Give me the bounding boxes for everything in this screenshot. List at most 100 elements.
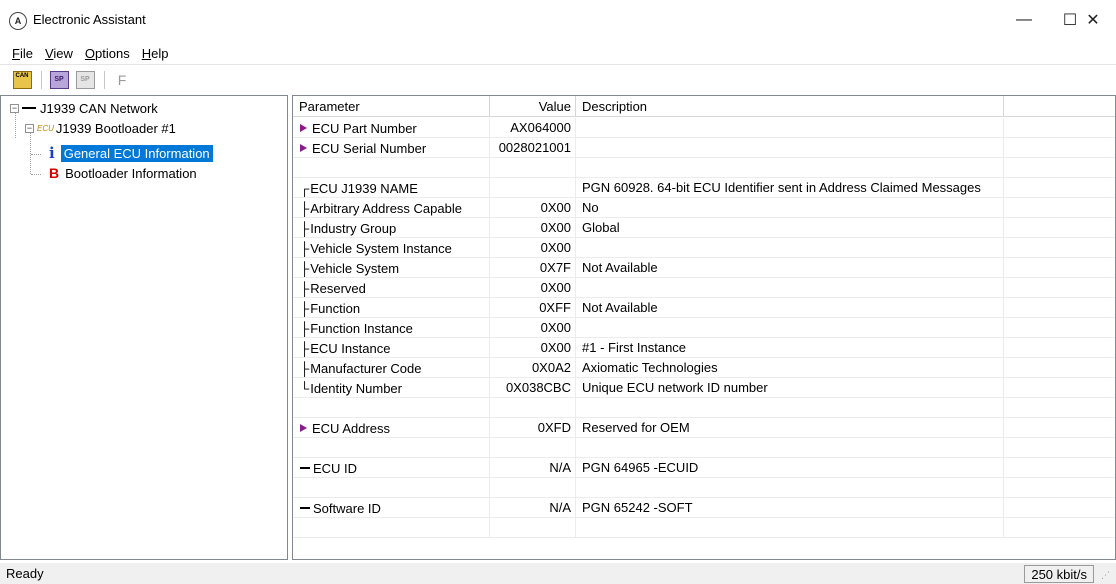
cell-parameter: Software ID (293, 498, 490, 518)
cell-value: 0X038CBC (490, 378, 576, 398)
table-row[interactable]: ├ Function 0XFF Not Available (293, 298, 1115, 318)
table-row[interactable] (293, 478, 1115, 498)
tree-node-network[interactable]: − J1939 CAN Network (10, 98, 158, 118)
tree-branch-icon: ├ (300, 260, 310, 276)
cell-description (576, 478, 1004, 498)
cell-value: AX064000 (490, 118, 576, 138)
cell-description: No (576, 198, 1004, 218)
cell-description: Not Available (576, 258, 1004, 278)
tree-branch-icon: ├ (300, 320, 310, 336)
menu-help[interactable]: Help (136, 46, 175, 61)
minimize-button[interactable]: — (1001, 0, 1047, 40)
table-row[interactable]: ECU Part Number AX064000 (293, 118, 1115, 138)
parameter-label: ECU Serial Number (312, 140, 427, 156)
setpoint-save-button[interactable]: SP (73, 69, 97, 91)
cell-value: 0XFF (490, 298, 576, 318)
grid-header: Parameter Value Description (293, 96, 1115, 117)
tree-branch-icon: ├ (300, 280, 310, 296)
table-row[interactable]: ├ Vehicle System 0X7F Not Available (293, 258, 1115, 278)
toolbar-separator (104, 70, 105, 89)
cell-value (490, 178, 576, 198)
column-header-value[interactable]: Value (490, 96, 576, 117)
cell-value: 0X00 (490, 238, 576, 258)
tree-node-bootloader[interactable]: − ECU J1939 Bootloader #1 (25, 118, 176, 138)
dash-icon (300, 467, 310, 469)
parameter-label: Function (310, 300, 361, 316)
tree-node-bootloader-info[interactable]: B Bootloader Information (47, 163, 197, 183)
tree-branch-icon: ├ (300, 340, 310, 356)
cell-description (576, 238, 1004, 258)
cell-parameter: └ Identity Number (293, 378, 490, 398)
table-row[interactable]: ├ Arbitrary Address Capable 0X00 No (293, 198, 1115, 218)
parameter-label: Vehicle System (310, 260, 400, 276)
table-row[interactable]: ├ Manufacturer Code 0X0A2 Axiomatic Technol… (293, 358, 1115, 378)
table-row[interactable]: ├ Function Instance 0X00 (293, 318, 1115, 338)
table-row[interactable]: └ Identity Number 0X038CBC Unique ECU netwo… (293, 378, 1115, 398)
resize-grip-icon[interactable]: ⋰ (1101, 570, 1113, 582)
cell-value (490, 518, 576, 538)
cell-description (576, 158, 1004, 178)
table-row[interactable]: ├ Reserved 0X00 (293, 278, 1115, 298)
table-row[interactable]: ├ Industry Group 0X00 Global (293, 218, 1115, 238)
table-row[interactable]: ├ Vehicle System Instance 0X00 (293, 238, 1115, 258)
column-header-parameter[interactable]: Parameter (293, 96, 490, 117)
tree-node-general-info[interactable]: i General ECU Information (47, 143, 213, 163)
cell-parameter: ECU Address (293, 418, 490, 438)
cell-description (576, 138, 1004, 158)
cell-parameter: ├ Industry Group (293, 218, 490, 238)
parameter-label: ECU ID (313, 460, 358, 476)
parameter-grid[interactable]: Parameter Value Description ECU Part Num… (292, 95, 1116, 560)
cell-extra (1004, 178, 1115, 198)
parameter-label: ECU Part Number (312, 120, 417, 136)
tree-connector (31, 174, 41, 175)
parameter-label: Software ID (313, 500, 381, 516)
can-connect-button[interactable]: CAN (10, 69, 34, 91)
cell-parameter: ├ Reserved (293, 278, 490, 298)
menu-options[interactable]: Options (79, 46, 136, 61)
table-row[interactable]: ├ ECU Instance 0X00 #1 - First Instance (293, 338, 1115, 358)
tree-branch-icon: ├ (300, 200, 310, 216)
table-row[interactable] (293, 398, 1115, 418)
window-title: Electronic Assistant (33, 12, 146, 27)
parameter-label: Identity Number (310, 380, 402, 396)
bootloader-icon: B (49, 165, 60, 181)
table-row[interactable]: ECU Address 0XFD Reserved for OEM (293, 418, 1115, 438)
table-row[interactable]: ECU ID N/A PGN 64965 -ECUID (293, 458, 1115, 478)
tree-node-label: J1939 Bootloader #1 (55, 120, 176, 136)
cell-parameter: ECU Serial Number (293, 138, 490, 158)
collapse-toggle[interactable]: − (25, 123, 34, 133)
cell-extra (1004, 358, 1115, 378)
can-network-icon (22, 107, 36, 109)
cell-value: 0X00 (490, 278, 576, 298)
menu-file[interactable]: File (0, 46, 39, 61)
cell-parameter (293, 438, 490, 458)
cell-description: PGN 60928. 64-bit ECU Identifier sent in… (576, 178, 1004, 198)
tree-branch-icon: ├ (300, 300, 310, 316)
table-row[interactable]: ┌ ECU J1939 NAME PGN 60928. 64-bit ECU Ide… (293, 178, 1115, 198)
cell-parameter: ECU Part Number (293, 118, 490, 138)
flash-button[interactable]: F (110, 69, 134, 91)
table-row[interactable] (293, 158, 1115, 178)
toolbar-separator (41, 70, 42, 89)
close-button[interactable]: ✕ (1070, 0, 1116, 40)
network-tree[interactable]: − J1939 CAN Network − ECU J1939 Bootload… (0, 95, 288, 560)
can-network-icon: CAN (12, 70, 32, 89)
table-row[interactable]: ECU Serial Number 0028021001 (293, 138, 1115, 158)
cell-extra (1004, 338, 1115, 358)
cell-parameter: ├ Vehicle System (293, 258, 490, 278)
column-header-description[interactable]: Description (576, 96, 1004, 117)
cell-extra (1004, 438, 1115, 458)
parameter-label: ECU Address (312, 420, 391, 436)
setpoint-file-button[interactable]: SP (47, 69, 71, 91)
collapse-toggle[interactable]: − (10, 103, 19, 113)
table-row[interactable]: Software ID N/A PGN 65242 -SOFT (293, 498, 1115, 518)
table-row[interactable] (293, 518, 1115, 538)
bullet-icon (300, 424, 307, 432)
cell-extra (1004, 298, 1115, 318)
menu-view[interactable]: View (39, 46, 79, 61)
cell-extra (1004, 458, 1115, 478)
parameter-label: Function Instance (310, 320, 413, 336)
bullet-icon (300, 144, 307, 152)
table-row[interactable] (293, 438, 1115, 458)
cell-description: Reserved for OEM (576, 418, 1004, 438)
